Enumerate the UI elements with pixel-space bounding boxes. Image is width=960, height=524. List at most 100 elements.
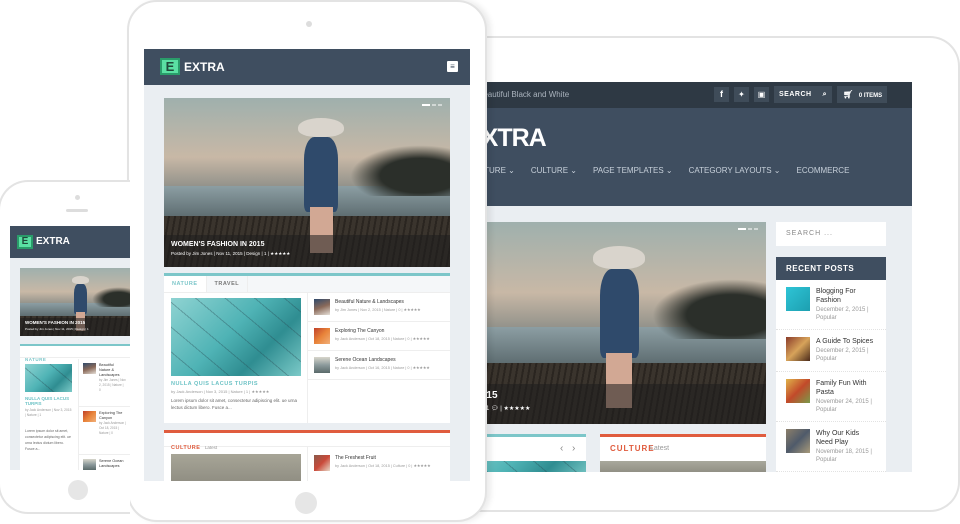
tablet-culture-image[interactable]: [171, 454, 301, 481]
logo-icon: E: [160, 58, 180, 75]
phone-side-post[interactable]: Exploring The Canyon by Jack Anderson | …: [79, 407, 130, 455]
tablet-logo[interactable]: EXTRA: [184, 60, 225, 74]
tab-travel[interactable]: TRAVEL: [207, 276, 249, 292]
phone-section-title[interactable]: NATURE: [25, 357, 46, 362]
instagram-icon[interactable]: ▣: [754, 87, 769, 102]
tablet-culture-title[interactable]: CULTURE: [171, 445, 200, 451]
recent-post-item[interactable]: Why Our Kids Need Play November 18, 2015…: [776, 422, 886, 472]
phone-main-post-image[interactable]: [25, 364, 72, 392]
featured-slider[interactable]: WOMEN'S FASHION IN 2015 Posted by Jim Jo…: [440, 222, 766, 424]
phone-side-thumbnail[interactable]: [83, 363, 96, 374]
culture-post-meta: by Jack Anderson | Oct 18, 2015 | Cultur…: [335, 464, 411, 468]
slider-dots[interactable]: [422, 104, 442, 106]
phone-home-button[interactable]: [68, 480, 88, 500]
recent-post-title[interactable]: A Guide To Spices: [816, 337, 876, 346]
landscape-tablet-frame: Beautiful Black and White f ✦ ▣ SEARCH ⌕…: [440, 36, 960, 512]
recent-posts-widget: RECENT POSTS Blogging For Fashion Decemb…: [776, 257, 886, 472]
phone-nature-box: NATURE NULLA QUIS LACUS TURPIS by Jack A…: [20, 344, 130, 470]
phone-logo[interactable]: EXTRA: [36, 236, 70, 247]
nav-item-ecommerce[interactable]: ECOMMERCE: [797, 166, 850, 175]
prev-arrow-icon[interactable]: ‹: [560, 443, 563, 454]
cart-icon: 🛒︎: [843, 90, 854, 99]
search-box[interactable]: SEARCH ⌕: [774, 86, 832, 103]
side-post-title[interactable]: Serene Ocean Landscapes: [335, 357, 430, 363]
recent-posts-title: RECENT POSTS: [776, 257, 886, 280]
culture-subtitle: Latest: [650, 445, 670, 452]
culture-image[interactable]: [600, 461, 766, 472]
phone-main-post-title[interactable]: NULLA QUIS LACUS TURPIS: [25, 396, 73, 406]
side-post-meta: by Jim Jones | Nov 2, 2015 | Nature | 0: [335, 308, 401, 312]
recent-post-item[interactable]: Family Fun With Pasta November 24, 2015 …: [776, 372, 886, 422]
tablet-main-post-meta: by Jack Anderson | Nov 3, 2015 | Nature …: [171, 389, 249, 394]
tablet-side-post[interactable]: Beautiful Nature & Landscapes by Jim Jon…: [308, 293, 450, 322]
tablet-main-post-image[interactable]: [171, 298, 301, 376]
tablet-featured-slider[interactable]: WOMEN'S FASHION IN 2015 Posted by Jim Jo…: [164, 98, 450, 267]
facebook-icon[interactable]: f: [714, 87, 729, 102]
recent-post-item[interactable]: Blogging For Fashion December 2, 2015 | …: [776, 280, 886, 330]
menu-icon[interactable]: ≡: [447, 61, 458, 72]
recent-post-category[interactable]: Popular: [816, 457, 837, 463]
tablet-side-post[interactable]: Exploring The Canyon by Jack Anderson | …: [308, 322, 450, 351]
phone-side-meta: by Jack Anderson | Oct 18, 2015 | Nature…: [99, 421, 126, 435]
culture-post-title[interactable]: The Freshest Fruit: [335, 455, 431, 461]
site-header: EXTRA DESIGN ⌄ NATURE ⌄ CULTURE ⌄ PAGE T…: [440, 108, 912, 206]
recent-post-thumbnail[interactable]: [786, 337, 810, 361]
phone-featured-slider[interactable]: WOMEN'S FASHION IN 2015 Posted by Jim Jo…: [20, 268, 130, 336]
next-arrow-icon[interactable]: ›: [572, 443, 575, 454]
recent-post-category[interactable]: Popular: [816, 407, 837, 413]
phone-side-title[interactable]: Serene Ocean Landscapes: [99, 459, 126, 469]
tablet-main-post-title[interactable]: NULLA QUIS LACUS TURPIS: [171, 381, 258, 387]
phone-side-thumbnail[interactable]: [83, 411, 96, 422]
tablet-culture-subtitle: Latest: [204, 445, 218, 450]
phone-featured-title[interactable]: WOMEN'S FASHION IN 2015: [25, 320, 125, 325]
camera-dot: [306, 21, 312, 27]
tagline: Beautiful Black and White: [478, 90, 570, 99]
recent-post-thumbnail[interactable]: [786, 379, 810, 403]
side-post-title[interactable]: Beautiful Nature & Landscapes: [335, 299, 421, 305]
phone-side-thumbnail[interactable]: [83, 459, 96, 470]
recent-post-title[interactable]: Family Fun With Pasta: [816, 379, 876, 397]
phone-logo-icon: E: [17, 235, 33, 249]
home-button[interactable]: [295, 492, 317, 514]
phone-side-title[interactable]: Exploring The Canyon: [99, 411, 126, 421]
phone-main-post-meta: by Jack Anderson | Nov 3, 2015 | Nature …: [25, 408, 72, 417]
side-post-thumbnail[interactable]: [314, 328, 330, 344]
phone-side-title[interactable]: Beautiful Nature & Landscapes: [99, 363, 126, 378]
recent-post-item[interactable]: A Guide To Spices December 2, 2015 | Pop…: [776, 330, 886, 372]
phone-speaker: [66, 209, 88, 212]
culture-post-rating: ★★★★★: [413, 464, 431, 468]
tablet-featured-meta: Posted by Jim Jones | Nov 11, 2015 | Des…: [171, 251, 267, 256]
recent-post-title[interactable]: Why Our Kids Need Play: [816, 429, 876, 447]
tablet-header: E EXTRA ≡: [144, 49, 470, 85]
phone-side-post[interactable]: Serene Ocean Landscapes: [79, 455, 130, 470]
recent-post-thumbnail[interactable]: [786, 287, 810, 311]
tablet-main-post-rating: ★★★★★: [251, 389, 270, 394]
fruit-thumbnail[interactable]: [314, 455, 330, 471]
recent-post-category[interactable]: Popular: [816, 356, 837, 362]
tablet-main-post-excerpt: Lorem ipsum dolor sit amet, consectetur …: [171, 398, 298, 410]
nav-item-page-templates[interactable]: PAGE TEMPLATES ⌄: [593, 166, 673, 175]
cart-button[interactable]: 🛒︎ 0 ITEMS: [837, 86, 887, 103]
tablet-nature-box: NATURE TRAVEL NULLA QUIS LACUS TURPIS by…: [164, 273, 450, 423]
recent-post-thumbnail[interactable]: [786, 429, 810, 453]
slider-dots[interactable]: [738, 228, 758, 230]
phone-featured-meta: Posted by Jim Jones | Nov 11, 2015 | Des…: [25, 327, 89, 331]
tablet-featured-title[interactable]: WOMEN'S FASHION IN 2015: [171, 241, 443, 248]
tab-nature[interactable]: NATURE: [164, 276, 207, 292]
tablet-side-post[interactable]: Serene Ocean Landscapes by Jack Anderson…: [308, 351, 450, 380]
tablet-featured-rating: ★★★★★: [270, 251, 291, 256]
sidebar-search[interactable]: SEARCH ...: [776, 222, 886, 246]
recent-post-category[interactable]: Popular: [816, 315, 837, 321]
nav-item-culture[interactable]: CULTURE ⌄: [531, 166, 577, 175]
twitter-icon[interactable]: ✦: [734, 87, 749, 102]
culture-title[interactable]: CULTURE: [610, 444, 655, 453]
top-bar: Beautiful Black and White f ✦ ▣ SEARCH ⌕…: [440, 82, 912, 108]
side-post-thumbnail[interactable]: [314, 299, 330, 315]
phone-side-post[interactable]: Beautiful Nature & Landscapes by Jim Jon…: [79, 359, 130, 407]
recent-post-title[interactable]: Blogging For Fashion: [816, 287, 876, 305]
nav-item-category-layouts[interactable]: CATEGORY LAYOUTS ⌄: [689, 166, 781, 175]
search-label: SEARCH: [779, 91, 812, 98]
side-post-thumbnail[interactable]: [314, 357, 330, 373]
featured-title[interactable]: WOMEN'S FASHION IN 2015: [440, 390, 756, 401]
side-post-title[interactable]: Exploring The Canyon: [335, 328, 430, 334]
